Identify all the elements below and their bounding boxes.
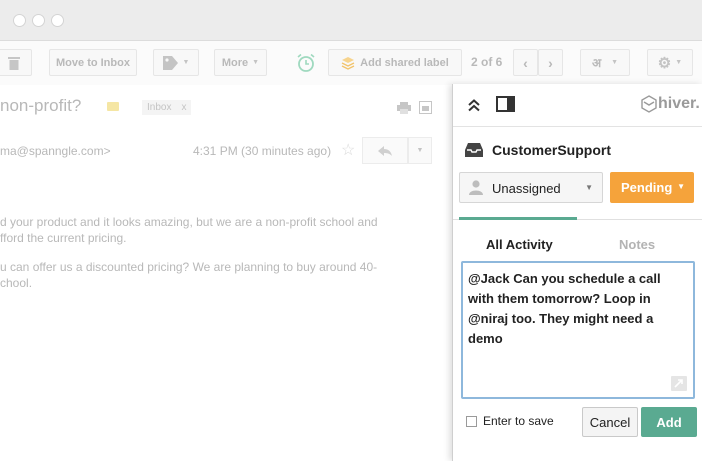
inbox-icon (465, 143, 483, 157)
email-body-line: fford the current pricing. (0, 231, 127, 245)
input-tools-button[interactable]: अ ▼ (580, 49, 630, 76)
email-body-line: d your product and it looks amazing, but… (0, 215, 378, 229)
previous-button[interactable]: ‹ (513, 49, 538, 76)
chevron-down-icon: ▼ (677, 182, 685, 191)
email-body-line: chool. (0, 276, 33, 290)
email-time: 4:31 PM (30 minutes ago) (193, 144, 332, 158)
add-label: Add (656, 414, 682, 430)
settings-button[interactable]: ⚙ ▼ (647, 49, 693, 76)
input-tools-label: अ (591, 56, 602, 70)
note-text: @Jack Can you schedule a call with them … (468, 271, 661, 346)
window-titlebar (0, 0, 702, 41)
window-close-button[interactable] (13, 14, 26, 27)
hiver-brand: hiver. (658, 95, 700, 112)
chevron-right-icon: › (548, 54, 553, 71)
snooze-alarm-icon (297, 53, 315, 72)
snooze-button[interactable] (292, 49, 320, 76)
tag-icon (162, 55, 178, 70)
print-icon[interactable] (397, 102, 411, 114)
add-button[interactable]: Add (641, 407, 697, 437)
reply-icon (378, 145, 392, 156)
cancel-button[interactable]: Cancel (582, 407, 638, 437)
delete-button[interactable] (0, 49, 32, 76)
pagination-count: 2 of 6 (471, 55, 503, 69)
chevron-down-icon: ▼ (182, 59, 190, 66)
sender-email: ma@spanngle.com> (0, 144, 111, 158)
add-shared-label-button[interactable]: Add shared label (328, 49, 462, 76)
more-actions-button[interactable]: ▼ (408, 137, 432, 164)
user-icon (469, 180, 483, 195)
sidebar-toggle-icon[interactable] (496, 96, 515, 112)
enter-to-save-label: Enter to save (483, 414, 554, 428)
assignee-dropdown[interactable]: Unassigned ▼ (459, 172, 603, 203)
mailbox-name: CustomerSupport (492, 142, 611, 158)
gear-icon: ⚙ (657, 54, 672, 72)
active-tab-indicator (459, 217, 577, 220)
move-to-inbox-button[interactable]: Move to Inbox (49, 49, 137, 76)
enter-to-save-checkbox[interactable] (466, 416, 477, 427)
window-maximize-button[interactable] (51, 14, 64, 27)
add-shared-label-label: Add shared label (360, 56, 449, 69)
more-button[interactable]: More ▼ (214, 49, 267, 76)
panel-header: hiver. (453, 84, 702, 127)
chevron-down-icon: ▼ (675, 59, 683, 66)
tab-notes[interactable]: Notes (619, 237, 655, 252)
email-view: non-profit? Inbox x ma@spanngle.com> 4:3… (0, 85, 452, 461)
reply-button[interactable] (362, 137, 408, 164)
label-chip[interactable]: Inbox x (142, 100, 192, 115)
email-subject: non-profit? (0, 96, 82, 115)
label-chip-text: Inbox (147, 102, 172, 113)
trash-icon (8, 56, 20, 70)
chevron-left-icon: ‹ (523, 54, 528, 71)
chevron-down-icon: ▼ (416, 147, 424, 154)
note-textarea[interactable]: @Jack Can you schedule a call with them … (461, 261, 695, 399)
more-label: More (221, 56, 249, 69)
move-to-inbox-label: Move to Inbox (56, 56, 130, 69)
cancel-label: Cancel (589, 414, 631, 430)
chevron-down-icon: ▼ (585, 183, 593, 192)
label-chip-remove[interactable]: x (181, 102, 186, 113)
hiver-logo-icon (641, 95, 657, 113)
open-new-window-icon[interactable] (419, 101, 432, 114)
chevron-down-icon: ▼ (611, 59, 619, 66)
expand-icon[interactable] (671, 376, 687, 391)
status-label: Pending (621, 180, 673, 195)
collapse-icon[interactable] (468, 99, 480, 112)
assignee-label: Unassigned (492, 181, 561, 196)
tab-all-activity[interactable]: All Activity (486, 237, 553, 252)
hiver-panel: hiver. CustomerSupport Unassigned ▼ Pend… (452, 84, 702, 461)
labels-button[interactable]: ▼ (153, 49, 199, 76)
shared-label-icon (341, 56, 355, 70)
email-body-line: u can offer us a discounted pricing? We … (0, 260, 378, 274)
window-minimize-button[interactable] (32, 14, 45, 27)
star-icon[interactable]: ☆ (341, 140, 355, 160)
status-dropdown[interactable]: Pending ▼ (610, 172, 694, 203)
mail-toolbar: Move to Inbox ▼ More ▼ Add shared label … (0, 41, 702, 85)
chevron-down-icon: ▼ (252, 59, 260, 66)
important-marker-icon (107, 102, 119, 111)
next-button[interactable]: › (538, 49, 563, 76)
